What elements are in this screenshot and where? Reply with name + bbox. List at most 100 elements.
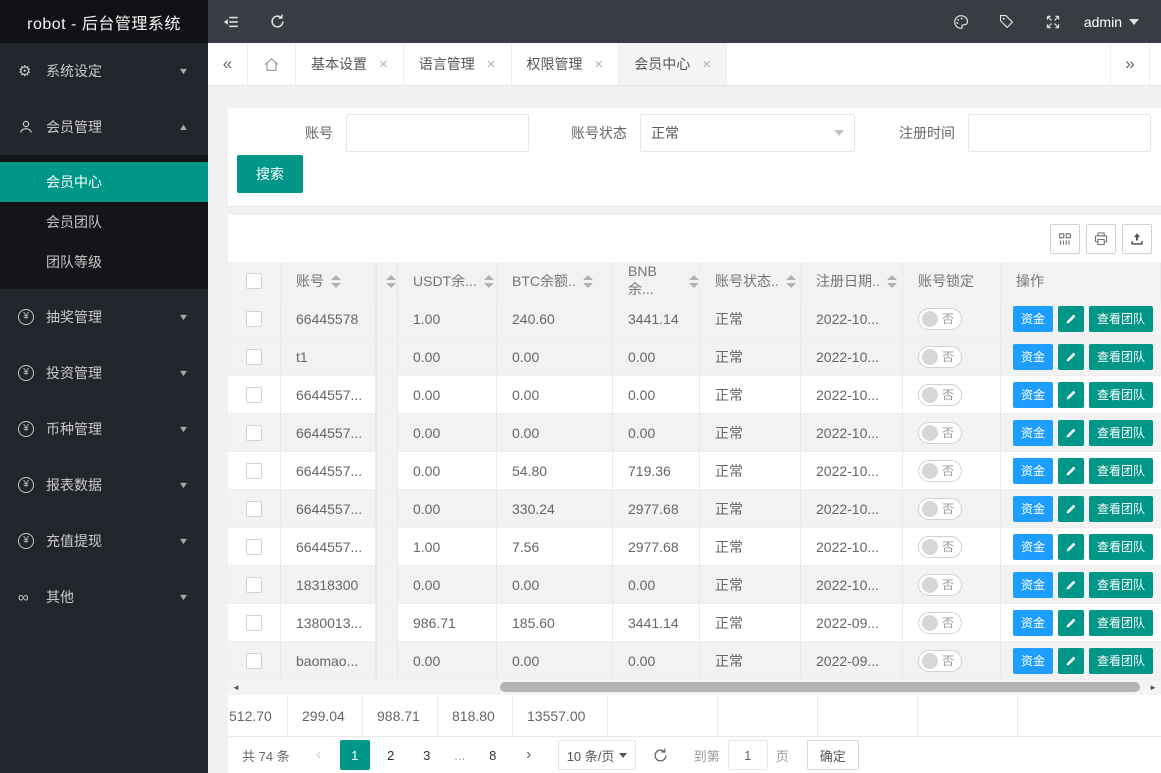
lock-toggle[interactable]: 否 <box>918 497 962 520</box>
sidebar-item-member-center[interactable]: 会员中心 <box>0 162 208 202</box>
confirm-button[interactable]: 确定 <box>806 740 859 770</box>
tab-basic-settings[interactable]: 基本设置 × <box>296 43 404 85</box>
home-tab[interactable] <box>248 43 296 85</box>
row-checkbox[interactable] <box>246 576 262 593</box>
status-select[interactable]: 正常 <box>640 114 855 152</box>
lock-toggle[interactable]: 否 <box>918 649 962 672</box>
tabs-collapse-button[interactable]: « <box>208 43 248 85</box>
refresh-table-icon[interactable] <box>646 747 676 764</box>
row-checkbox[interactable] <box>246 614 262 631</box>
view-team-button[interactable]: 查看团队 <box>1089 343 1154 370</box>
goto-page-input[interactable] <box>727 740 768 770</box>
sort-icon[interactable] <box>385 274 396 288</box>
edit-button[interactable] <box>1058 381 1085 408</box>
funds-button[interactable]: 资金 <box>1013 457 1054 484</box>
edit-button[interactable] <box>1058 533 1085 560</box>
view-team-button[interactable]: 查看团队 <box>1089 647 1154 674</box>
print-button[interactable] <box>1086 223 1116 254</box>
edit-button[interactable] <box>1058 343 1085 370</box>
row-checkbox[interactable] <box>246 348 262 365</box>
prev-page-button[interactable]: ‹ <box>304 740 334 770</box>
funds-button[interactable]: 资金 <box>1013 647 1054 674</box>
view-team-button[interactable]: 查看团队 <box>1089 305 1154 332</box>
regtime-input[interactable] <box>968 114 1151 152</box>
select-all-checkbox[interactable] <box>246 273 262 289</box>
view-team-button[interactable]: 查看团队 <box>1089 571 1154 598</box>
sort-icon[interactable] <box>689 274 699 288</box>
edit-button[interactable] <box>1058 647 1085 674</box>
sidebar-item-coin-management[interactable]: ¥ 币种管理 ▼ <box>0 401 208 457</box>
funds-button[interactable]: 资金 <box>1013 305 1054 332</box>
sort-icon[interactable] <box>886 274 897 288</box>
tab-member-center[interactable]: 会员中心 × <box>619 43 728 85</box>
lock-toggle[interactable]: 否 <box>918 307 962 330</box>
page-button-3[interactable]: 3 <box>412 740 442 770</box>
view-team-button[interactable]: 查看团队 <box>1089 457 1154 484</box>
scroll-left-icon[interactable]: ◄ <box>232 680 240 695</box>
row-checkbox[interactable] <box>246 652 262 669</box>
edit-button[interactable] <box>1058 305 1085 332</box>
refresh-icon[interactable] <box>254 0 300 43</box>
lock-toggle[interactable]: 否 <box>918 611 962 634</box>
view-team-button[interactable]: 查看团队 <box>1089 419 1154 446</box>
edit-button[interactable] <box>1058 609 1085 636</box>
tab-permission-management[interactable]: 权限管理 × <box>512 43 620 85</box>
fullscreen-icon[interactable] <box>1030 0 1076 43</box>
edit-button[interactable] <box>1058 457 1085 484</box>
close-icon[interactable]: × <box>379 56 388 73</box>
horizontal-scrollbar[interactable]: ◄ ► <box>228 680 1161 695</box>
tabs-expand-button[interactable]: » <box>1110 43 1150 85</box>
theme-palette-icon[interactable] <box>938 0 984 43</box>
menu-fold-icon[interactable] <box>208 0 254 43</box>
tag-icon[interactable] <box>984 0 1030 43</box>
funds-button[interactable]: 资金 <box>1013 495 1054 522</box>
row-checkbox[interactable] <box>246 500 262 517</box>
edit-button[interactable] <box>1058 571 1085 598</box>
sidebar-item-investment-management[interactable]: ¥ 投资管理 ▼ <box>0 345 208 401</box>
funds-button[interactable]: 资金 <box>1013 419 1054 446</box>
scroll-right-icon[interactable]: ► <box>1149 680 1157 695</box>
row-checkbox[interactable] <box>246 462 262 479</box>
lock-toggle[interactable]: 否 <box>918 459 962 482</box>
close-icon[interactable]: × <box>702 56 711 73</box>
lock-toggle[interactable]: 否 <box>918 421 962 444</box>
edit-button[interactable] <box>1058 495 1085 522</box>
sort-icon[interactable] <box>785 274 796 288</box>
view-team-button[interactable]: 查看团队 <box>1089 495 1154 522</box>
row-checkbox[interactable] <box>246 424 262 441</box>
sort-icon[interactable] <box>331 274 341 288</box>
row-checkbox[interactable] <box>246 386 262 403</box>
lock-toggle[interactable]: 否 <box>918 573 962 596</box>
user-menu[interactable]: admin <box>1076 0 1161 43</box>
columns-filter-button[interactable] <box>1050 223 1080 254</box>
page-button-2[interactable]: 2 <box>376 740 406 770</box>
page-button-1[interactable]: 1 <box>339 740 370 770</box>
sidebar-item-member-management[interactable]: 会员管理 ▲ <box>0 99 208 155</box>
sidebar-item-team-level[interactable]: 团队等级 <box>0 242 208 282</box>
tab-language-management[interactable]: 语言管理 × <box>404 43 512 85</box>
row-checkbox[interactable] <box>246 538 262 555</box>
export-button[interactable] <box>1122 223 1152 254</box>
view-team-button[interactable]: 查看团队 <box>1089 609 1154 636</box>
view-team-button[interactable]: 查看团队 <box>1089 533 1154 560</box>
close-icon[interactable]: × <box>595 56 604 73</box>
funds-button[interactable]: 资金 <box>1013 571 1054 598</box>
edit-button[interactable] <box>1058 419 1085 446</box>
page-button-8[interactable]: 8 <box>478 740 508 770</box>
sidebar-item-system-settings[interactable]: ⚙ 系统设定 ▼ <box>0 43 208 99</box>
sidebar-item-lottery-management[interactable]: ¥ 抽奖管理 ▼ <box>0 289 208 345</box>
row-checkbox[interactable] <box>246 310 262 327</box>
close-icon[interactable]: × <box>487 56 496 73</box>
search-button[interactable]: 搜索 <box>237 155 303 193</box>
funds-button[interactable]: 资金 <box>1013 381 1054 408</box>
scrollbar-thumb[interactable] <box>500 682 1140 692</box>
funds-button[interactable]: 资金 <box>1013 609 1054 636</box>
sort-icon[interactable] <box>582 274 593 288</box>
lock-toggle[interactable]: 否 <box>918 345 962 368</box>
lock-toggle[interactable]: 否 <box>918 383 962 406</box>
lock-toggle[interactable]: 否 <box>918 535 962 558</box>
funds-button[interactable]: 资金 <box>1013 533 1054 560</box>
sidebar-item-recharge-withdraw[interactable]: ¥ 充值提现 ▼ <box>0 513 208 569</box>
sidebar-item-report-data[interactable]: ¥ 报表数据 ▼ <box>0 457 208 513</box>
funds-button[interactable]: 资金 <box>1013 343 1054 370</box>
